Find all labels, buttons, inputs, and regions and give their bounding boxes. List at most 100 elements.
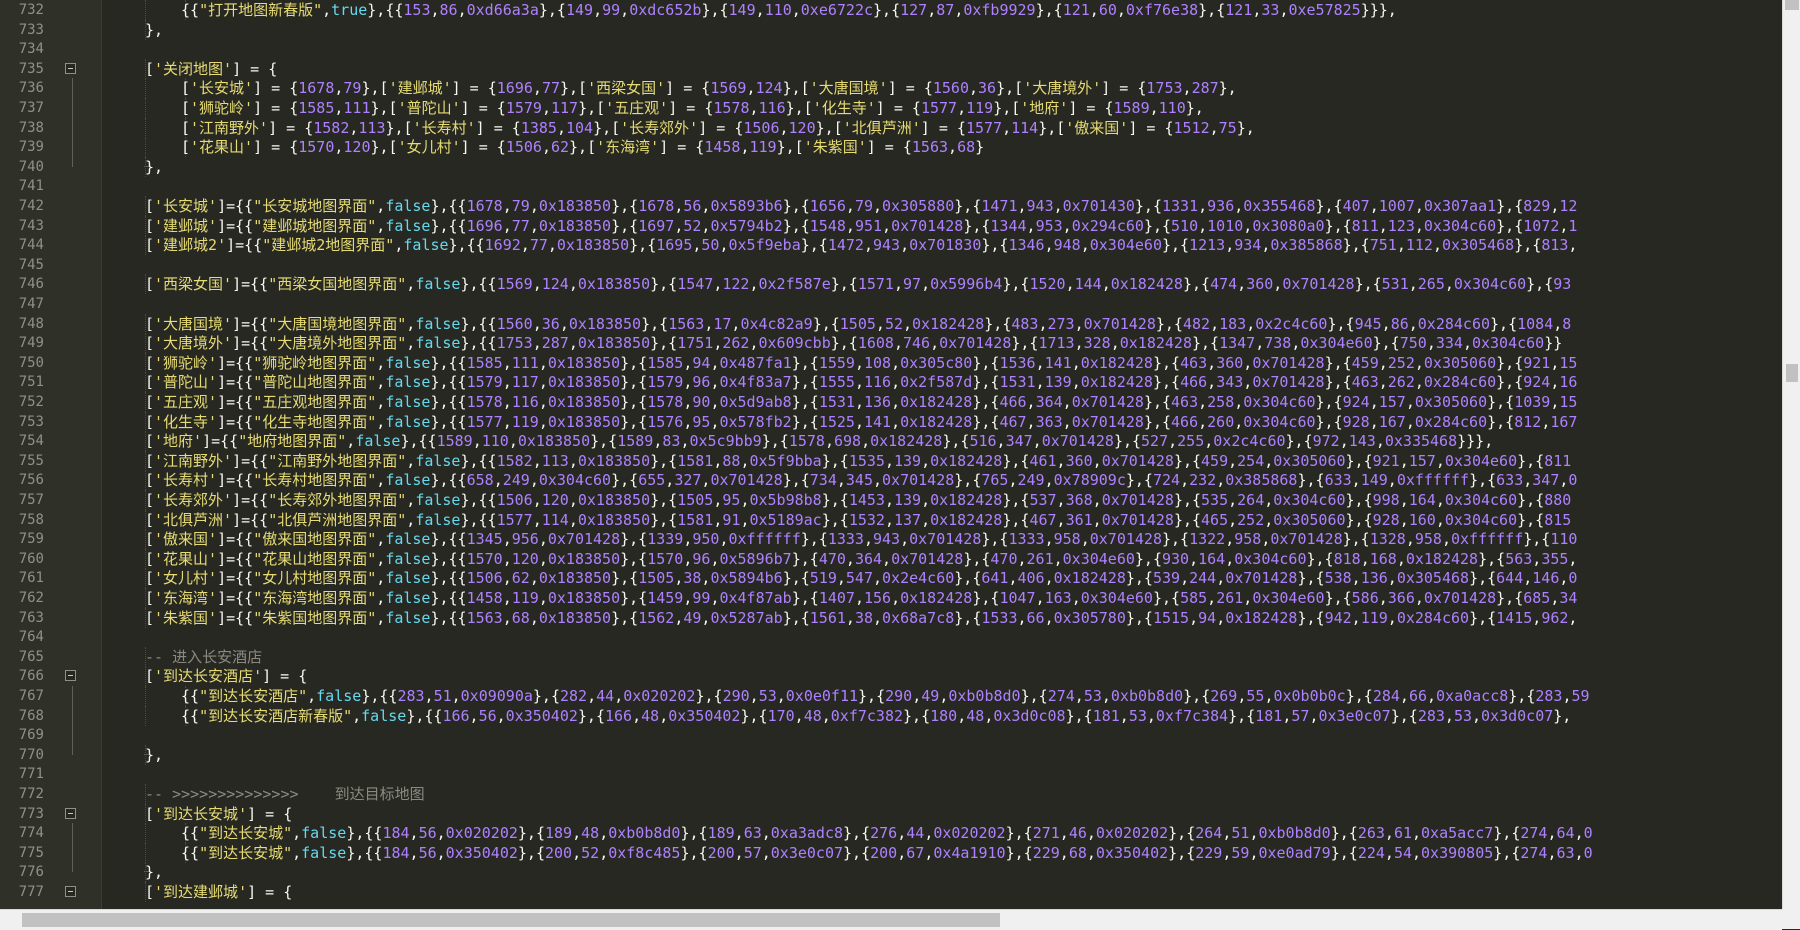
code-text[interactable]: ['女儿村']={{"女儿村地图界面",false},{{1506,62,0x1…	[145, 568, 1577, 588]
code-line[interactable]: 737 ['狮驼岭'] = {1585,111},['普陀山'] = {1579,…	[0, 98, 1782, 118]
code-line[interactable]: 734	[0, 39, 1782, 59]
code-line[interactable]: 733},	[0, 19, 1782, 40]
code-text[interactable]: {{"到达长安酒店新春版",false},{{166,56,0x350402},…	[181, 706, 1571, 726]
code-line[interactable]: 763 ['朱紫国']={{"朱紫国地图界面",false},{{1563,68,…	[0, 607, 1782, 628]
code-text[interactable]: ['花果山'] = {1570,120},['女儿村'] = {1506,62}…	[181, 137, 984, 157]
code-text[interactable]: ['长安城'] = {1678,79},['建邺城'] = {1696,77},…	[181, 78, 1237, 98]
code-line[interactable]: 777 ['到达建邺城'] = {	[0, 882, 1782, 902]
code-line[interactable]: 745	[0, 255, 1782, 275]
code-line[interactable]: 748 ['大唐国境']={{"大唐国境地图界面",false},{{1560,3…	[0, 313, 1782, 334]
fold-toggle-icon[interactable]	[65, 807, 76, 819]
code-line[interactable]: 767 {{"到达长安酒店",false},{{283,51,0x09090a},…	[0, 686, 1782, 706]
code-text[interactable]: },	[145, 20, 163, 40]
code-text[interactable]: ['北俱芦洲']={{"北俱芦洲地图界面",false},{{1577,114,…	[145, 510, 1571, 530]
code-text[interactable]: ['花果山']={{"花果山地图界面",false},{{1570,120,0x…	[145, 549, 1577, 569]
code-line[interactable]: 775 {{"到达长安城",false},{{184,56,0x350402},{…	[0, 842, 1782, 863]
code-text[interactable]: ['关闭地图'] = {	[145, 59, 277, 79]
code-line[interactable]: 766 ['到达长安酒店'] = {	[0, 666, 1782, 687]
code-line[interactable]: 768 {{"到达长安酒店新春版",false},{{166,56,0x35040…	[0, 705, 1782, 726]
fold-line	[72, 98, 73, 118]
code-text[interactable]: ['长寿村']={{"长寿村地图界面",false},{{658,249,0x3…	[145, 470, 1577, 490]
code-text[interactable]: ['狮驼岭'] = {1585,111},['普陀山'] = {1579,117…	[181, 98, 1204, 118]
code-line[interactable]: 736 ['长安城'] = {1678,79},['建邺城'] = {1696,7…	[0, 78, 1782, 99]
code-line[interactable]: 744 ['建邺城2']={{"建邺城2地图界面",false},{{1692,7…	[0, 235, 1782, 256]
code-line[interactable]: 751 ['普陀山']={{"普陀山地图界面",false},{{1579,117…	[0, 372, 1782, 393]
code-line[interactable]: 732 {{"打开地图新春版",true},{{153,86,0xd66a3a},…	[0, 0, 1782, 20]
code-line[interactable]: 776},	[0, 862, 1782, 883]
code-text[interactable]: ['西梁女国']={{"西梁女国地图界面",false},{{1569,124,…	[145, 274, 1571, 294]
horizontal-scrollbar-thumb[interactable]	[22, 913, 1000, 927]
code-text[interactable]: ['狮驼岭']={{"狮驼岭地图界面",false},{{1585,111,0x…	[145, 353, 1577, 373]
code-line[interactable]: 752 ['五庄观']={{"五庄观地图界面",false},{{1578,116…	[0, 392, 1782, 412]
horizontal-scrollbar[interactable]	[0, 909, 1782, 930]
vertical-scrollbar[interactable]	[1782, 0, 1800, 909]
code-line[interactable]: 742 ['长安城']={{"长安城地图界面",false},{{1678,79,…	[0, 196, 1782, 216]
line-number: 750	[18, 354, 44, 371]
code-line[interactable]: 741	[0, 176, 1782, 196]
code-line[interactable]: 765 -- 进入长安酒店	[0, 646, 1782, 667]
indent-guide	[145, 98, 147, 118]
code-text[interactable]: ['建邺城']={{"建邺城地图界面",false},{{1696,77,0x1…	[145, 216, 1577, 236]
code-line[interactable]: 769	[0, 725, 1782, 746]
code-line[interactable]: 743 ['建邺城']={{"建邺城地图界面",false},{{1696,77,…	[0, 215, 1782, 236]
code-text[interactable]: },	[145, 745, 163, 765]
code-line[interactable]: 753 ['化生寺']={{"化生寺地图界面",false},{{1577,119…	[0, 411, 1782, 432]
indent-guide	[145, 78, 147, 99]
code-text[interactable]: ['建邺城2']={{"建邺城2地图界面",false},{{1692,77,0…	[145, 235, 1577, 255]
code-text[interactable]: ['傲来国']={{"傲来国地图界面",false},{{1345,956,0x…	[145, 529, 1577, 549]
code-editor[interactable]: 732 {{"打开地图新春版",true},{{153,86,0xd66a3a},…	[0, 0, 1782, 909]
code-line[interactable]: 749 ['大唐境外']={{"大唐境外地图界面",false},{{1753,2…	[0, 333, 1782, 354]
code-line[interactable]: 760 ['花果山']={{"花果山地图界面",false},{{1570,120…	[0, 548, 1782, 569]
code-text[interactable]: ['长安城']={{"长安城地图界面",false},{{1678,79,0x1…	[145, 196, 1577, 216]
fold-toggle-icon[interactable]	[65, 62, 76, 74]
code-line[interactable]: 755 ['江南野外']={{"江南野外地图界面",false},{{1582,1…	[0, 450, 1782, 471]
fold-toggle-icon[interactable]	[65, 670, 76, 682]
code-text[interactable]: {{"到达长安城",false},{{184,56,0x350402},{200…	[181, 843, 1593, 863]
code-line[interactable]: 759 ['傲来国']={{"傲来国地图界面",false},{{1345,956…	[0, 529, 1782, 550]
line-number: 747	[18, 296, 44, 312]
code-line[interactable]: 758 ['北俱芦洲']={{"北俱芦洲地图界面",false},{{1577,1…	[0, 509, 1782, 530]
code-text[interactable]: ['大唐国境']={{"大唐国境地图界面",false},{{1560,36,0…	[145, 314, 1571, 334]
vertical-scrollbar-thumb[interactable]	[1785, 0, 1799, 10]
code-line[interactable]: 773 ['到达长安城'] = {	[0, 803, 1782, 824]
code-text[interactable]: -- >>>>>>>>>>>>>> 到达目标地图	[145, 784, 425, 804]
code-text[interactable]: },	[145, 862, 163, 882]
code-text[interactable]: ['五庄观']={{"五庄观地图界面",false},{{1578,116,0x…	[145, 392, 1577, 412]
code-text[interactable]: ['大唐境外']={{"大唐境外地图界面",false},{{1753,287,…	[145, 333, 1562, 353]
code-line[interactable]: 754 ['地府']={{"地府地图界面",false},{{1589,110,0…	[0, 431, 1782, 452]
code-line[interactable]: 735 ['关闭地图'] = {	[0, 58, 1782, 79]
code-text[interactable]: ['江南野外'] = {1582,113},['长寿村'] = {1385,10…	[181, 118, 1255, 138]
code-text[interactable]: {{"到达长安城",false},{{184,56,0x020202},{189…	[181, 823, 1593, 843]
code-text[interactable]: {{"到达长安酒店",false},{{283,51,0x09090a},{28…	[181, 686, 1590, 706]
indent-guide	[145, 842, 147, 863]
code-line[interactable]: 770},	[0, 744, 1782, 765]
code-text[interactable]: ['到达建邺城'] = {	[145, 882, 292, 902]
code-line[interactable]: 774 {{"到达长安城",false},{{184,56,0x020202},{…	[0, 823, 1782, 844]
code-line[interactable]: 750 ['狮驼岭']={{"狮驼岭地图界面",false},{{1585,111…	[0, 352, 1782, 373]
code-line[interactable]: 771	[0, 764, 1782, 784]
code-text[interactable]: ['到达长安城'] = {	[145, 804, 292, 824]
code-line[interactable]: 739 ['花果山'] = {1570,120},['女儿村'] = {1506,…	[0, 137, 1782, 158]
code-line[interactable]: 762 ['东海湾']={{"东海湾地图界面",false},{{1458,119…	[0, 588, 1782, 608]
code-line[interactable]: 740},	[0, 156, 1782, 177]
code-line[interactable]: 738 ['江南野外'] = {1582,113},['长寿村'] = {1385…	[0, 117, 1782, 138]
code-text[interactable]: ['到达长安酒店'] = {	[145, 666, 307, 686]
code-text[interactable]: ['东海湾']={{"东海湾地图界面",false},{{1458,119,0x…	[145, 588, 1577, 608]
code-text[interactable]: ['普陀山']={{"普陀山地图界面",false},{{1579,117,0x…	[145, 372, 1577, 392]
code-text[interactable]: ['朱紫国']={{"朱紫国地图界面",false},{{1563,68,0x1…	[145, 608, 1577, 628]
code-line[interactable]: 772 -- >>>>>>>>>>>>>> 到达目标地图	[0, 784, 1782, 804]
code-line[interactable]: 756 ['长寿村']={{"长寿村地图界面",false},{{658,249,…	[0, 470, 1782, 491]
code-line[interactable]: 747	[0, 294, 1782, 314]
code-text[interactable]: ['长寿郊外']={{"长寿郊外地图界面",false},{{1506,120,…	[145, 490, 1571, 510]
code-text[interactable]: ['江南野外']={{"江南野外地图界面",false},{{1582,113,…	[145, 451, 1571, 471]
code-line[interactable]: 761 ['女儿村']={{"女儿村地图界面",false},{{1506,62,…	[0, 568, 1782, 589]
code-text[interactable]: -- 进入长安酒店	[145, 647, 262, 667]
code-text[interactable]: ['化生寺']={{"化生寺地图界面",false},{{1577,119,0x…	[145, 412, 1577, 432]
code-line[interactable]: 764	[0, 627, 1782, 647]
code-text[interactable]: },	[145, 157, 163, 177]
fold-toggle-icon[interactable]	[65, 886, 76, 897]
code-text[interactable]: ['地府']={{"地府地图界面",false},{{1589,110,0x18…	[145, 431, 1493, 451]
code-text[interactable]: {{"打开地图新春版",true},{{153,86,0xd66a3a},{14…	[181, 0, 1397, 20]
code-line[interactable]: 757 ['长寿郊外']={{"长寿郊外地图界面",false},{{1506,1…	[0, 490, 1782, 510]
code-line[interactable]: 746 ['西梁女国']={{"西梁女国地图界面",false},{{1569,1…	[0, 274, 1782, 295]
